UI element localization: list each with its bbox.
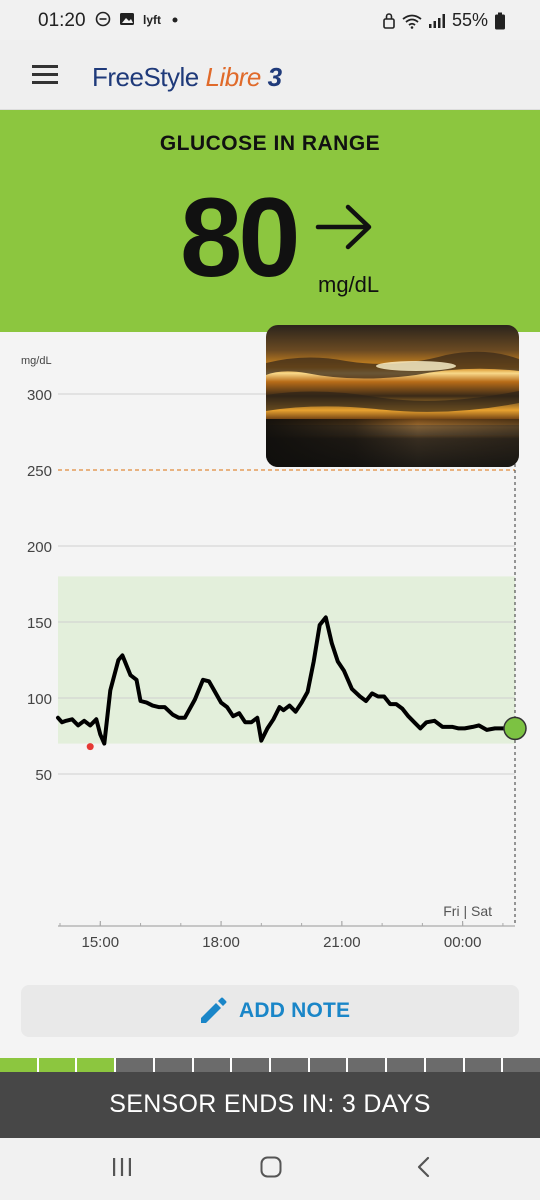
sensor-progress-segment bbox=[464, 1058, 502, 1072]
status-bar: 01:20 lyft 55% bbox=[0, 0, 540, 40]
pencil-icon bbox=[201, 997, 227, 1023]
logo-three: 3 bbox=[267, 62, 282, 92]
glucose-status: GLUCOSE IN RANGE bbox=[159, 132, 381, 155]
current-reading-dot bbox=[503, 716, 527, 741]
menu-icon-line bbox=[32, 73, 58, 76]
sensor-progress-segment bbox=[348, 1058, 386, 1072]
sensor-progress-segment bbox=[271, 1058, 308, 1072]
home-icon[interactable] bbox=[259, 1156, 283, 1178]
sensor-progress-segment bbox=[232, 1058, 270, 1072]
notification-icons: lyft bbox=[95, 11, 179, 27]
sensor-ends-text: SENSOR ENDS IN: 3 DAYS bbox=[109, 1090, 431, 1118]
y-axis-unit-label: mg/dL bbox=[21, 355, 52, 367]
status-time: 01:20 bbox=[38, 10, 86, 31]
sensor-progress-segment bbox=[309, 1058, 347, 1072]
target-range-band bbox=[58, 576, 515, 744]
back-icon[interactable] bbox=[414, 1156, 434, 1178]
sensor-progress-segment bbox=[38, 1058, 76, 1072]
lock-icon bbox=[383, 12, 395, 29]
sensor-progress-segment bbox=[0, 1058, 37, 1072]
svg-text:lyft: lyft bbox=[143, 13, 161, 27]
glucose-value: 80 bbox=[180, 175, 301, 300]
dnd-icon bbox=[95, 11, 111, 27]
logo-libre: Libre bbox=[205, 62, 262, 92]
y-tick-label: 150 bbox=[27, 615, 52, 632]
trend-arrow-icon bbox=[315, 204, 372, 250]
dot-icon bbox=[172, 17, 178, 23]
glucose-panel: GLUCOSE IN RANGE 80 mg/dL bbox=[0, 110, 540, 332]
glucose-unit: mg/dL bbox=[318, 272, 380, 297]
gallery-icon bbox=[120, 13, 134, 25]
wifi-icon bbox=[402, 14, 422, 29]
y-tick-label: 50 bbox=[35, 767, 52, 784]
y-tick-label: 250 bbox=[27, 463, 52, 480]
menu-icon-line bbox=[32, 81, 58, 84]
lyft-icon: lyft bbox=[143, 13, 161, 27]
sensor-progress-bar bbox=[0, 1058, 540, 1072]
battery-percent: 55% bbox=[451, 10, 488, 30]
battery-icon bbox=[495, 12, 505, 29]
photo-trees bbox=[266, 419, 519, 467]
x-tick-label: 18:00 bbox=[202, 934, 240, 951]
sensor-status-bar: SENSOR ENDS IN: 3 DAYS bbox=[0, 1072, 540, 1138]
menu-icon-line bbox=[32, 65, 58, 68]
sensor-progress-segment bbox=[503, 1058, 540, 1072]
sensor-progress-segment bbox=[425, 1058, 463, 1072]
day-separator-label: Fri | Sat bbox=[443, 903, 492, 919]
sensor-progress-segment bbox=[116, 1058, 153, 1072]
recents-icon[interactable] bbox=[110, 1156, 134, 1178]
menu-button[interactable] bbox=[32, 65, 58, 85]
add-note-label: ADD NOTE bbox=[239, 999, 351, 1022]
add-note-button[interactable]: ADD NOTE bbox=[21, 985, 519, 1037]
y-tick-label: 100 bbox=[27, 691, 52, 708]
sensor-progress-segment bbox=[154, 1058, 192, 1072]
system-icons: 55% bbox=[382, 10, 506, 31]
low-glucose-point bbox=[86, 743, 94, 751]
sensor-progress-segment bbox=[77, 1058, 115, 1072]
app-logo: FreeStyle Libre 3 bbox=[92, 62, 282, 93]
x-tick-label: 21:00 bbox=[323, 934, 361, 951]
x-tick-label: 00:00 bbox=[444, 934, 482, 951]
logo-freestyle: FreeStyle bbox=[92, 62, 199, 92]
sunset-photo[interactable] bbox=[266, 325, 519, 467]
signal-icon bbox=[428, 13, 445, 28]
sensor-progress-segment bbox=[193, 1058, 231, 1072]
sensor-progress-segment bbox=[387, 1058, 424, 1072]
system-nav-bar bbox=[0, 1138, 540, 1200]
app-root: 01:20 lyft 55% FreeStyle Libre 3 GLUCOSE… bbox=[0, 0, 540, 1200]
y-tick-label: 300 bbox=[27, 387, 52, 404]
x-tick-label: 15:00 bbox=[82, 934, 120, 951]
app-header: FreeStyle Libre 3 bbox=[0, 40, 540, 110]
y-tick-label: 200 bbox=[27, 539, 52, 556]
